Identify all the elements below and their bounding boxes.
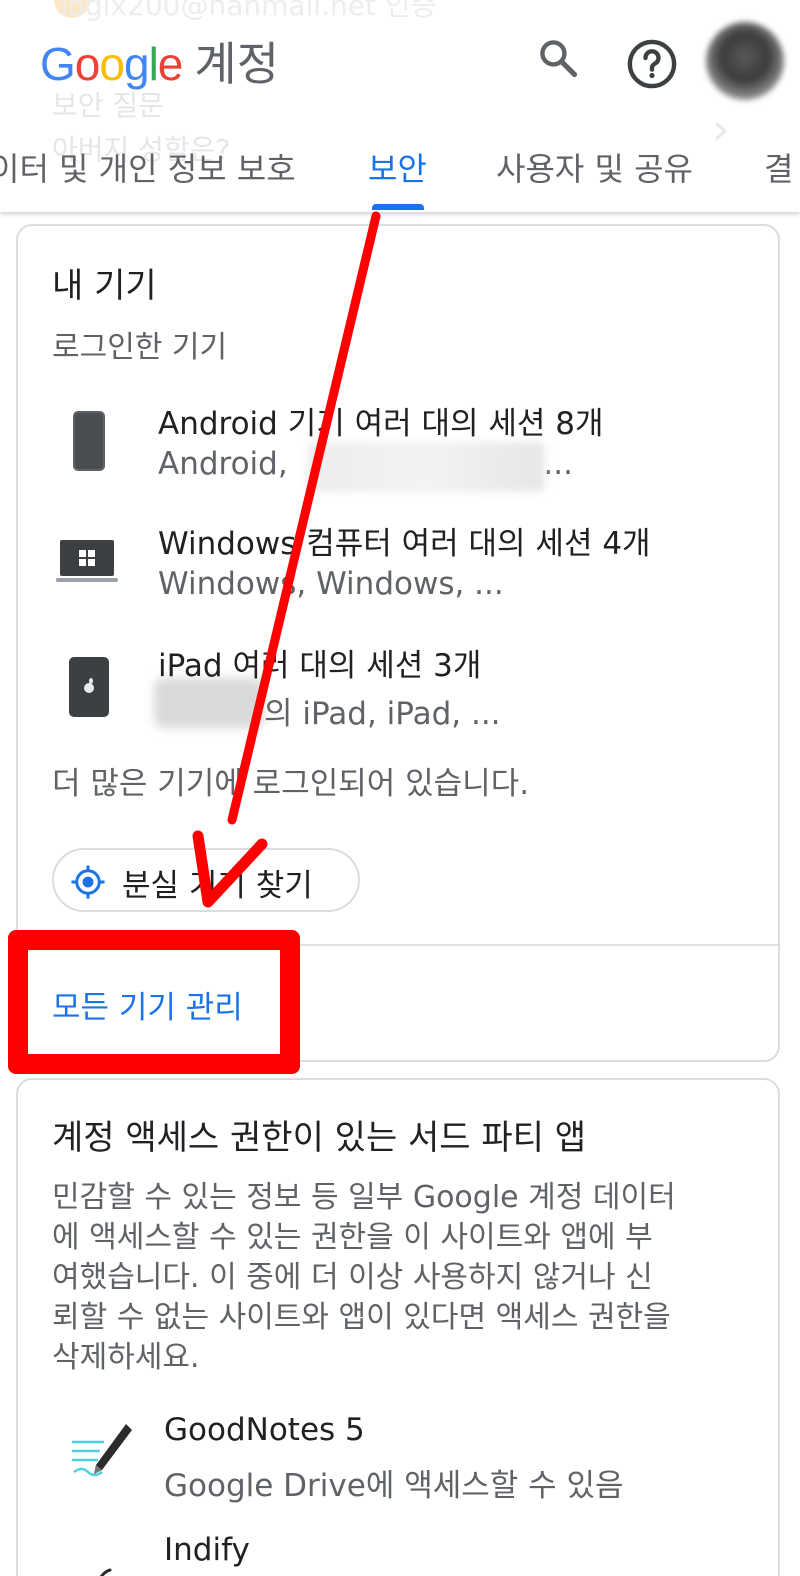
devices-card-subtitle: 로그인한 기기 bbox=[52, 330, 228, 365]
apps-card-title: 계정 액세스 권한이 있는 서드 파티 앱 bbox=[52, 1118, 587, 1158]
find-lost-device-button[interactable]: 분실 기기 찾기 bbox=[52, 848, 360, 912]
device-item-ipad[interactable]: iPad 여러 대의 세션 3개 의 iPad, iPad, ... bbox=[18, 640, 778, 750]
google-wordmark: Google bbox=[40, 38, 183, 90]
tab-data-privacy[interactable]: 이터 및 개인 정보 보호 bbox=[0, 144, 296, 190]
search-icon[interactable] bbox=[536, 36, 580, 80]
android-phone-icon bbox=[73, 411, 105, 471]
locate-target-icon bbox=[71, 865, 105, 899]
device-subtitle: 의 iPad, iPad, ... bbox=[264, 696, 501, 732]
redacted-owner-name bbox=[154, 678, 264, 728]
help-circle-icon[interactable] bbox=[626, 38, 678, 90]
ghost-recovery-email: logix200@hanmail.net 인증 bbox=[60, 0, 437, 22]
page: logix200@hanmail.net 인증 보안 질문 아버지 성함은? ›… bbox=[0, 0, 800, 1576]
tab-security[interactable]: 보안 bbox=[368, 144, 427, 190]
app-subtitle: Google Drive에 액세스할 수 있음 bbox=[164, 1468, 624, 1504]
active-tab-indicator bbox=[372, 204, 424, 210]
device-title: Windows 컴퓨터 여러 대의 세션 4개 bbox=[158, 526, 651, 562]
device-title: iPad 여러 대의 세션 3개 bbox=[158, 648, 482, 684]
find-lost-device-label: 분실 기기 찾기 bbox=[122, 868, 313, 904]
logo-suffix: 계정 bbox=[194, 37, 280, 91]
app-item-goodnotes[interactable]: GoodNotes 5 Google Drive에 액세스할 수 있음 bbox=[18, 1412, 778, 1522]
goodnotes-pen-icon bbox=[72, 1424, 132, 1477]
more-devices-text: 더 많은 기기에 로그인되어 있습니다. bbox=[52, 766, 530, 802]
device-item-windows[interactable]: Windows 컴퓨터 여러 대의 세션 4개 Windows, Windows… bbox=[18, 518, 778, 628]
redacted-device-name bbox=[308, 442, 544, 492]
google-account-logo[interactable]: Google 계정 bbox=[40, 28, 279, 94]
app-title: GoodNotes 5 bbox=[164, 1412, 365, 1448]
windows-laptop-icon bbox=[56, 540, 118, 582]
device-subtitle: Windows, Windows, ... bbox=[158, 566, 504, 602]
indify-icon bbox=[99, 1568, 112, 1576]
highlight-box bbox=[8, 930, 300, 1074]
avatar[interactable] bbox=[706, 22, 784, 100]
app-item-indify[interactable]: Indify bbox=[18, 1532, 778, 1576]
devices-card-title: 내 기기 bbox=[52, 266, 157, 306]
app-title: Indify bbox=[164, 1532, 250, 1568]
nav-tabs: 이터 및 개인 정보 보호 보안 사용자 및 공유 결 bbox=[0, 140, 800, 212]
ipad-icon bbox=[69, 657, 109, 717]
tab-people-sharing[interactable]: 사용자 및 공유 bbox=[496, 144, 693, 190]
device-title: Android 기기 여러 대의 세션 8개 bbox=[158, 406, 604, 442]
app-header: logix200@hanmail.net 인증 보안 질문 아버지 성함은? ›… bbox=[0, 0, 800, 212]
third-party-apps-card: 계정 액세스 권한이 있는 서드 파티 앱 민감할 수 있는 정보 등 일부 G… bbox=[16, 1078, 780, 1576]
apps-card-description: 민감할 수 있는 정보 등 일부 Google 계정 데이터 에 액세스할 수 … bbox=[52, 1180, 676, 1375]
tab-payments[interactable]: 결 bbox=[764, 144, 793, 190]
device-item-android[interactable]: Android 기기 여러 대의 세션 8개 Android,, ... bbox=[18, 398, 778, 508]
